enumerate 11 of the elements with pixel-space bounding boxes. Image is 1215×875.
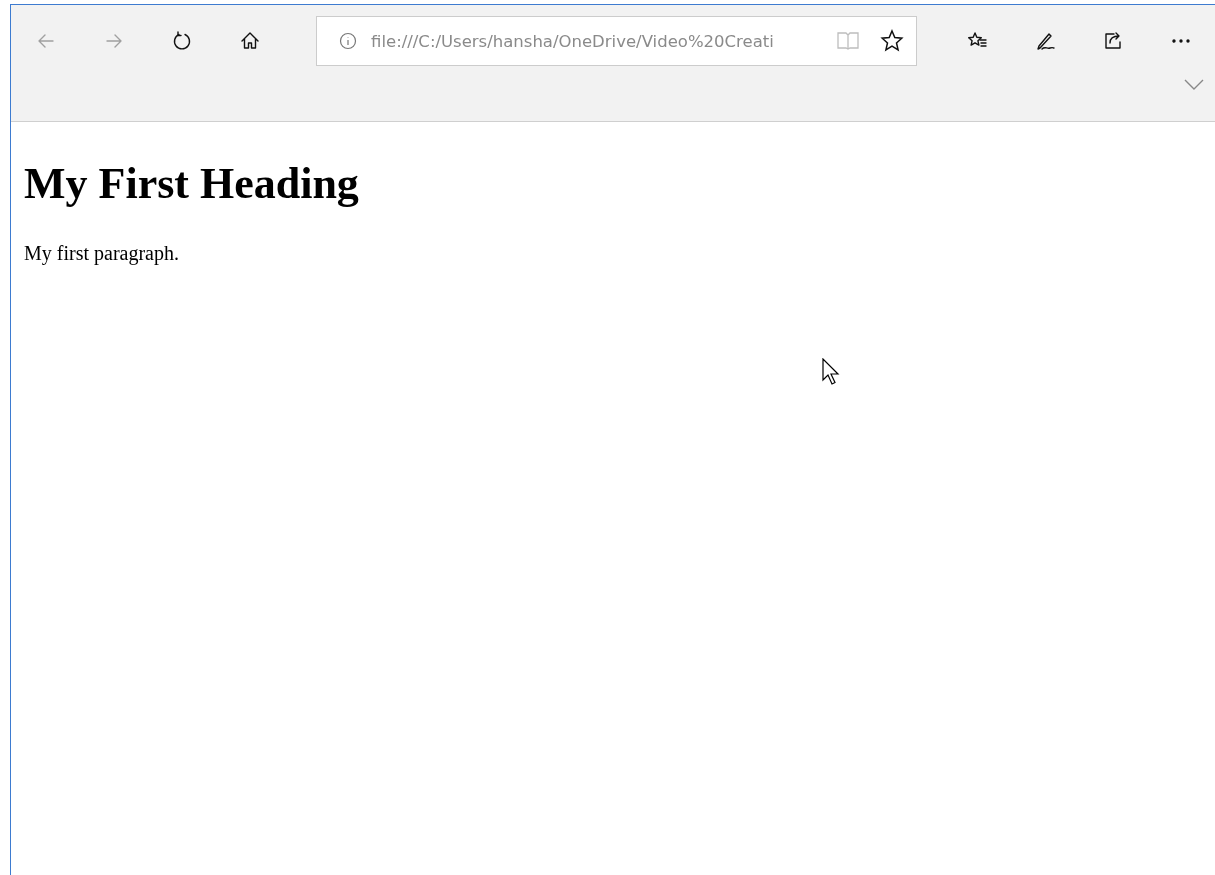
url-text[interactable]: file:///C:/Users/hansha/OneDrive/Video%20Creati bbox=[371, 31, 836, 51]
page-heading: My First Heading bbox=[24, 160, 359, 208]
cursor-icon bbox=[822, 358, 842, 386]
chevron-down-icon[interactable] bbox=[1183, 77, 1205, 91]
share-icon[interactable] bbox=[1102, 30, 1124, 52]
info-icon bbox=[339, 32, 357, 50]
refresh-icon[interactable] bbox=[171, 30, 193, 52]
paragraph: My first paragraph. bbox=[24, 242, 179, 265]
address-bar[interactable]: file:///C:/Users/hansha/OneDrive/Video%20Creati bbox=[316, 16, 917, 66]
star-icon[interactable] bbox=[880, 29, 904, 53]
home-icon[interactable] bbox=[239, 30, 261, 52]
